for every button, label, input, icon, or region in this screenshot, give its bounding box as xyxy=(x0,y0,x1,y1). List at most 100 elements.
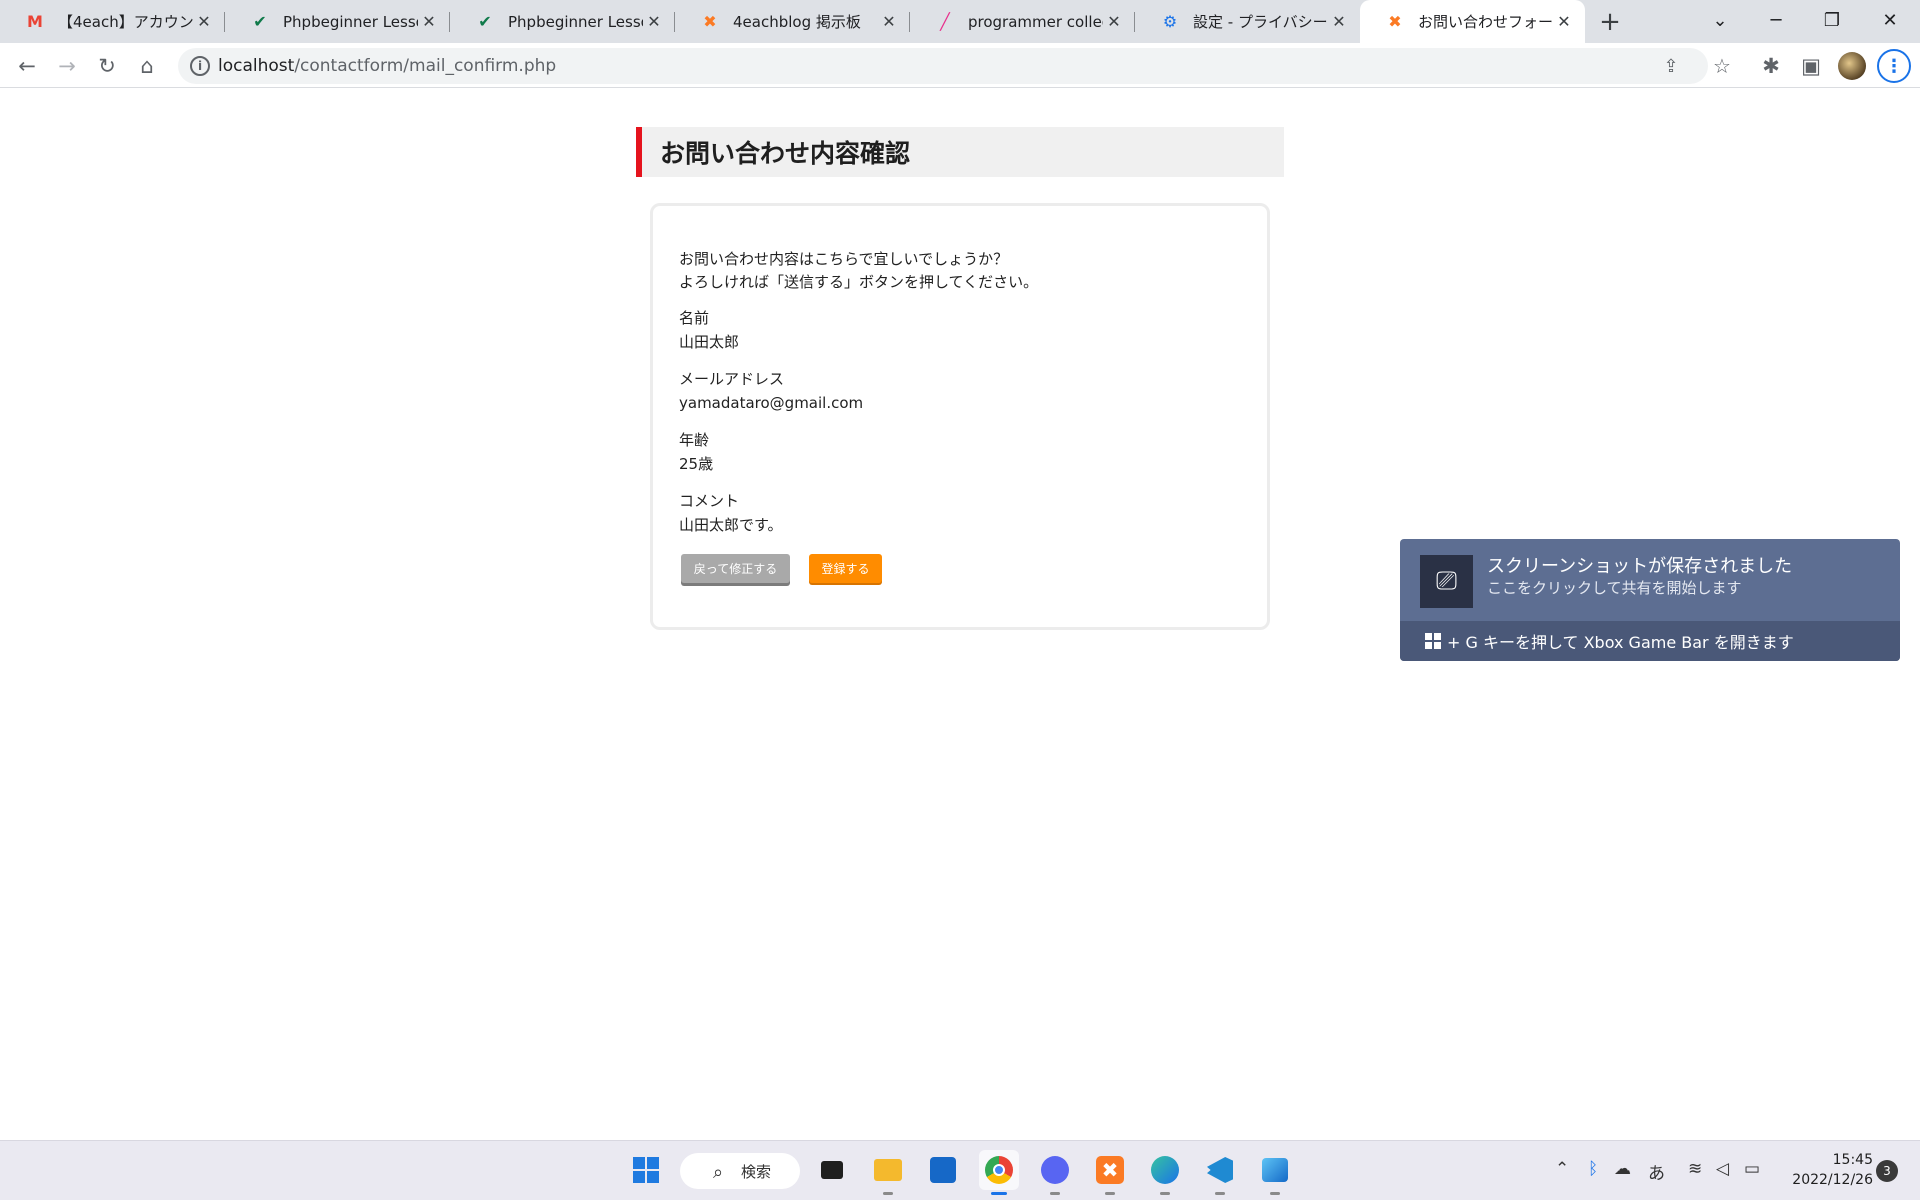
tab-title: 設定 - プライバシーとセキュ xyxy=(1193,13,1328,31)
browser-toolbar: ← → ↻ ⌂ i localhost/contactform/mail_con… xyxy=(0,43,1920,88)
intro-text: お問い合わせ内容はこちらで宜しいでしょうか？ よろしければ「送信する」ボタンを押… xyxy=(679,248,1038,294)
chevron-up-icon[interactable]: ⌃ xyxy=(1555,1159,1569,1179)
extensions-icon[interactable]: ✱ xyxy=(1753,48,1789,84)
close-icon[interactable]: ✕ xyxy=(1553,11,1575,33)
back-edit-button[interactable]: 戻って修正する xyxy=(681,554,790,583)
screenshot-toast[interactable]: ⎚ スクリーンショットが保存されました ここをクリックして共有を開始します + … xyxy=(1400,539,1900,661)
field-value: 山田太郎 xyxy=(679,333,740,351)
submit-button[interactable]: 登録する xyxy=(809,554,882,583)
tab-title: 4eachblog 掲示板 xyxy=(733,13,861,31)
edge-icon[interactable] xyxy=(1145,1150,1185,1195)
tab-phpbeginner-2[interactable]: ✔ Phpbeginner Lesson1 ✕ xyxy=(450,0,675,43)
toast-footer: + G キーを押して Xbox Game Bar を開きます xyxy=(1400,621,1900,661)
side-panel-icon[interactable]: ▣ xyxy=(1793,48,1829,84)
task-view-icon[interactable] xyxy=(812,1150,852,1190)
discord-icon[interactable] xyxy=(1035,1150,1075,1195)
store-icon[interactable] xyxy=(923,1150,963,1190)
xampp-icon: ✖ xyxy=(1388,12,1402,31)
tab-gmail[interactable]: M 【4each】アカウントの作成 ✕ xyxy=(0,0,225,43)
close-icon[interactable]: ✕ xyxy=(1328,11,1350,33)
field-comment: コメント 山田太郎です。 xyxy=(679,489,783,537)
tab-title: Phpbeginner Lesson1 xyxy=(283,12,418,31)
tab-title: Phpbeginner Lesson1 xyxy=(508,12,643,31)
search-icon: ⌕ xyxy=(713,1162,724,1183)
bluetooth-icon[interactable]: ᛒ xyxy=(1588,1159,1598,1179)
menu-kebab-icon[interactable]: ⋮ xyxy=(1877,49,1911,83)
page-title: お問い合わせ内容確認 xyxy=(636,127,1284,177)
field-age: 年齢 25歳 xyxy=(679,428,713,476)
back-arrow-icon[interactable]: ← xyxy=(9,48,45,84)
app-logo-icon: ✔ xyxy=(478,12,492,31)
field-value: yamadataro@gmail.com xyxy=(679,394,864,412)
avatar[interactable] xyxy=(1838,52,1866,80)
share-icon[interactable]: ⇪ xyxy=(1656,51,1686,81)
search-label: 検索 xyxy=(741,1162,772,1181)
field-value: 25歳 xyxy=(679,455,714,473)
taskbar-search[interactable]: ⌕ 検索 xyxy=(680,1153,800,1189)
system-clock[interactable]: 15:45 2022/12/26 xyxy=(1783,1150,1873,1190)
restore-button[interactable]: ❐ xyxy=(1804,0,1860,40)
close-icon[interactable]: ✕ xyxy=(878,11,900,33)
toast-title: スクリーンショットが保存されました xyxy=(1487,556,1793,577)
wifi-icon[interactable]: ≋ xyxy=(1688,1159,1702,1179)
xampp-icon[interactable]: ✖ xyxy=(1090,1150,1130,1195)
close-icon[interactable]: ✕ xyxy=(1103,11,1125,33)
gear-icon: ⚙ xyxy=(1162,12,1178,31)
close-icon[interactable]: ✕ xyxy=(643,11,665,33)
close-icon[interactable]: ✕ xyxy=(193,11,215,33)
field-label: 名前 xyxy=(679,309,710,327)
address-bar[interactable]: i localhost/contactform/mail_confirm.php… xyxy=(178,48,1708,84)
photos-icon[interactable] xyxy=(1255,1150,1295,1195)
new-tab-button[interactable]: + xyxy=(1594,7,1626,37)
field-name: 名前 山田太郎 xyxy=(679,306,739,354)
taskbar: ⌕ 検索 ✖ ⌃ ᛒ ☁ あ ≋ ◁ ▭ 15:45 2022/12/26 3 xyxy=(0,1140,1920,1200)
clock-time: 15:45 xyxy=(1832,1152,1873,1168)
start-button[interactable] xyxy=(626,1150,666,1190)
pen-icon: ╱ xyxy=(940,12,950,31)
tab-settings[interactable]: ⚙ 設定 - プライバシーとセキュ ✕ xyxy=(1135,0,1360,43)
volume-icon[interactable]: ◁ xyxy=(1716,1159,1729,1179)
url-path: /contactform/mail_confirm.php xyxy=(294,56,557,76)
ime-indicator[interactable]: あ xyxy=(1648,1159,1665,1184)
vscode-icon[interactable] xyxy=(1200,1150,1240,1195)
forward-arrow-icon[interactable]: → xyxy=(49,48,85,84)
tab-phpbeginner-1[interactable]: ✔ Phpbeginner Lesson1 ✕ xyxy=(225,0,450,43)
url-host: localhost xyxy=(218,56,295,76)
cloud-icon[interactable]: ☁ xyxy=(1614,1159,1631,1179)
gmail-icon: M xyxy=(27,12,43,31)
game-capture-icon: ⎚ xyxy=(1420,555,1473,608)
intro-line-1: お問い合わせ内容はこちらで宜しいでしょうか？ xyxy=(679,250,1009,268)
bookmark-star-icon[interactable]: ☆ xyxy=(1704,48,1740,84)
tab-4eachblog[interactable]: ✖ 4eachblog 掲示板 ✕ xyxy=(675,0,910,43)
windows-logo-icon xyxy=(1425,633,1441,649)
info-icon[interactable]: i xyxy=(190,56,210,76)
tab-programmer-college[interactable]: ╱ programmer college ✕ xyxy=(910,0,1135,43)
close-window-button[interactable]: ✕ xyxy=(1862,0,1918,40)
battery-icon[interactable]: ▭ xyxy=(1744,1159,1760,1179)
url-text[interactable]: localhost/contactform/mail_confirm.php xyxy=(218,56,556,76)
notification-badge[interactable]: 3 xyxy=(1876,1160,1898,1182)
field-label: 年齢 xyxy=(679,431,710,449)
toast-footer-text: + G キーを押して Xbox Game Bar を開きます xyxy=(1447,633,1794,652)
file-explorer-icon[interactable] xyxy=(868,1150,908,1195)
chevron-down-icon[interactable]: ⌄ xyxy=(1692,0,1748,40)
field-label: コメント xyxy=(679,492,740,510)
home-icon[interactable]: ⌂ xyxy=(129,48,165,84)
toast-subtitle: ここをクリックして共有を開始します xyxy=(1487,579,1742,597)
tab-title: programmer college xyxy=(968,12,1103,31)
app-logo-icon: ✔ xyxy=(253,12,267,31)
windows-logo-icon xyxy=(633,1157,659,1183)
confirm-card: お問い合わせ内容はこちらで宜しいでしょうか？ よろしければ「送信する」ボタンを押… xyxy=(650,203,1270,630)
chrome-icon[interactable] xyxy=(979,1150,1019,1195)
field-value: 山田太郎です。 xyxy=(679,516,783,534)
clock-date: 2022/12/26 xyxy=(1792,1172,1873,1188)
tab-contact-form[interactable]: ✖ お問い合わせフォームを作 ✕ xyxy=(1360,0,1585,43)
xampp-icon: ✖ xyxy=(703,12,717,31)
minimize-button[interactable]: ─ xyxy=(1748,0,1804,40)
intro-line-2: よろしければ「送信する」ボタンを押してください。 xyxy=(679,273,1039,291)
field-label: メールアドレス xyxy=(679,370,785,388)
reload-icon[interactable]: ↻ xyxy=(89,48,125,84)
tab-title: 【4each】アカウントの作成 xyxy=(58,13,193,31)
tab-strip: M 【4each】アカウントの作成 ✕ ✔ Phpbeginner Lesson… xyxy=(0,0,1920,43)
close-icon[interactable]: ✕ xyxy=(418,11,440,33)
